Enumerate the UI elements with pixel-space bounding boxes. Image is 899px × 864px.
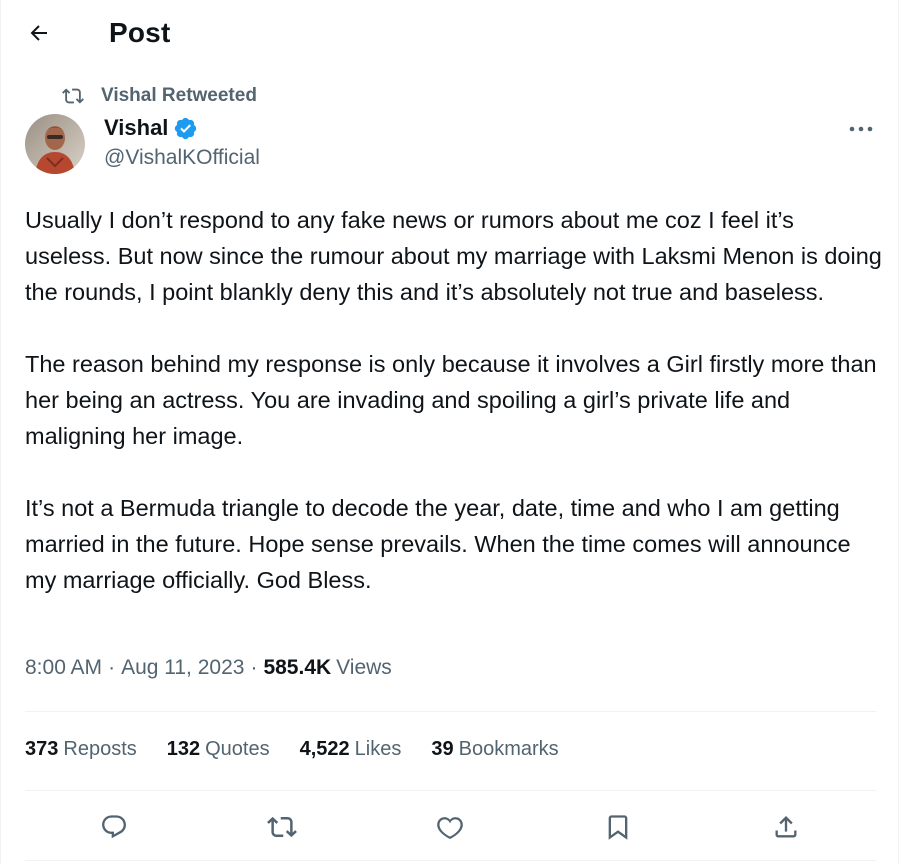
retweet-icon [62,88,84,104]
action-bar [0,803,899,851]
more-options-button[interactable] [843,114,879,144]
left-border [0,0,1,864]
tweet-paragraph: Usually I don’t respond to any fake news… [25,207,882,305]
likes-label: Likes [354,738,402,760]
bookmarks-label: Bookmarks [458,738,559,760]
repost-button[interactable] [262,807,302,847]
bookmark-button[interactable] [598,807,638,847]
quotes-label: Quotes [205,738,270,760]
retweeted-label: Vishal Retweeted [101,85,257,106]
tweet-paragraph: It’s not a Bermuda triangle to decode th… [25,495,851,593]
arrow-left-icon [30,25,47,41]
quotes-stat[interactable]: 132 Quotes [167,738,270,761]
views-count: 585.4K [263,656,332,679]
tweet-date[interactable]: Aug 11, 2023 [121,656,244,680]
like-button[interactable] [430,807,470,847]
engagement-stats: 373 Reposts 132 Quotes 4,522 Likes 39 Bookma… [25,738,589,761]
heart-icon [437,817,463,839]
retweeted-by[interactable]: Vishal Retweeted [62,84,257,108]
views-label: Views [336,656,392,679]
tweet-text: Usually I don’t respond to any fake news… [25,202,885,598]
repost-icon [267,816,297,838]
likes-count: 4,522 [299,738,350,760]
bookmarks-stat[interactable]: 39 Bookmarks [431,738,558,761]
reposts-count: 373 [25,738,59,760]
meta-separator: · [108,656,116,679]
reply-button[interactable] [94,807,134,847]
back-button[interactable] [20,14,58,52]
display-name-row: Vishal [104,115,198,141]
post-header: Post [0,0,899,64]
reply-icon [102,815,126,839]
divider [25,711,876,712]
quotes-count: 132 [166,738,201,760]
divider [25,790,876,791]
page-title: Post [109,17,171,48]
meta-separator: · [250,656,258,679]
verified-badge-icon [175,117,197,139]
tweet-time[interactable]: 8:00 AM [25,656,102,680]
avatar[interactable] [25,114,85,174]
bookmarks-count: 39 [431,738,454,760]
tweet-metadata: 8:00 AM · Aug 11, 2023 · 585.4K Views [25,656,392,680]
share-button[interactable] [766,807,806,847]
share-icon [775,816,797,838]
display-name[interactable]: Vishal [104,115,168,141]
reposts-stat[interactable]: 373 Reposts [25,738,137,761]
tweet-paragraph: The reason behind my response is only be… [25,351,877,449]
likes-stat[interactable]: 4,522 Likes [300,738,402,761]
more-horizontal-icon [849,126,873,132]
divider [25,860,876,861]
bookmark-icon [608,815,628,840]
reposts-label: Reposts [63,738,137,760]
user-handle[interactable]: @VishalKOfficial [104,146,260,170]
